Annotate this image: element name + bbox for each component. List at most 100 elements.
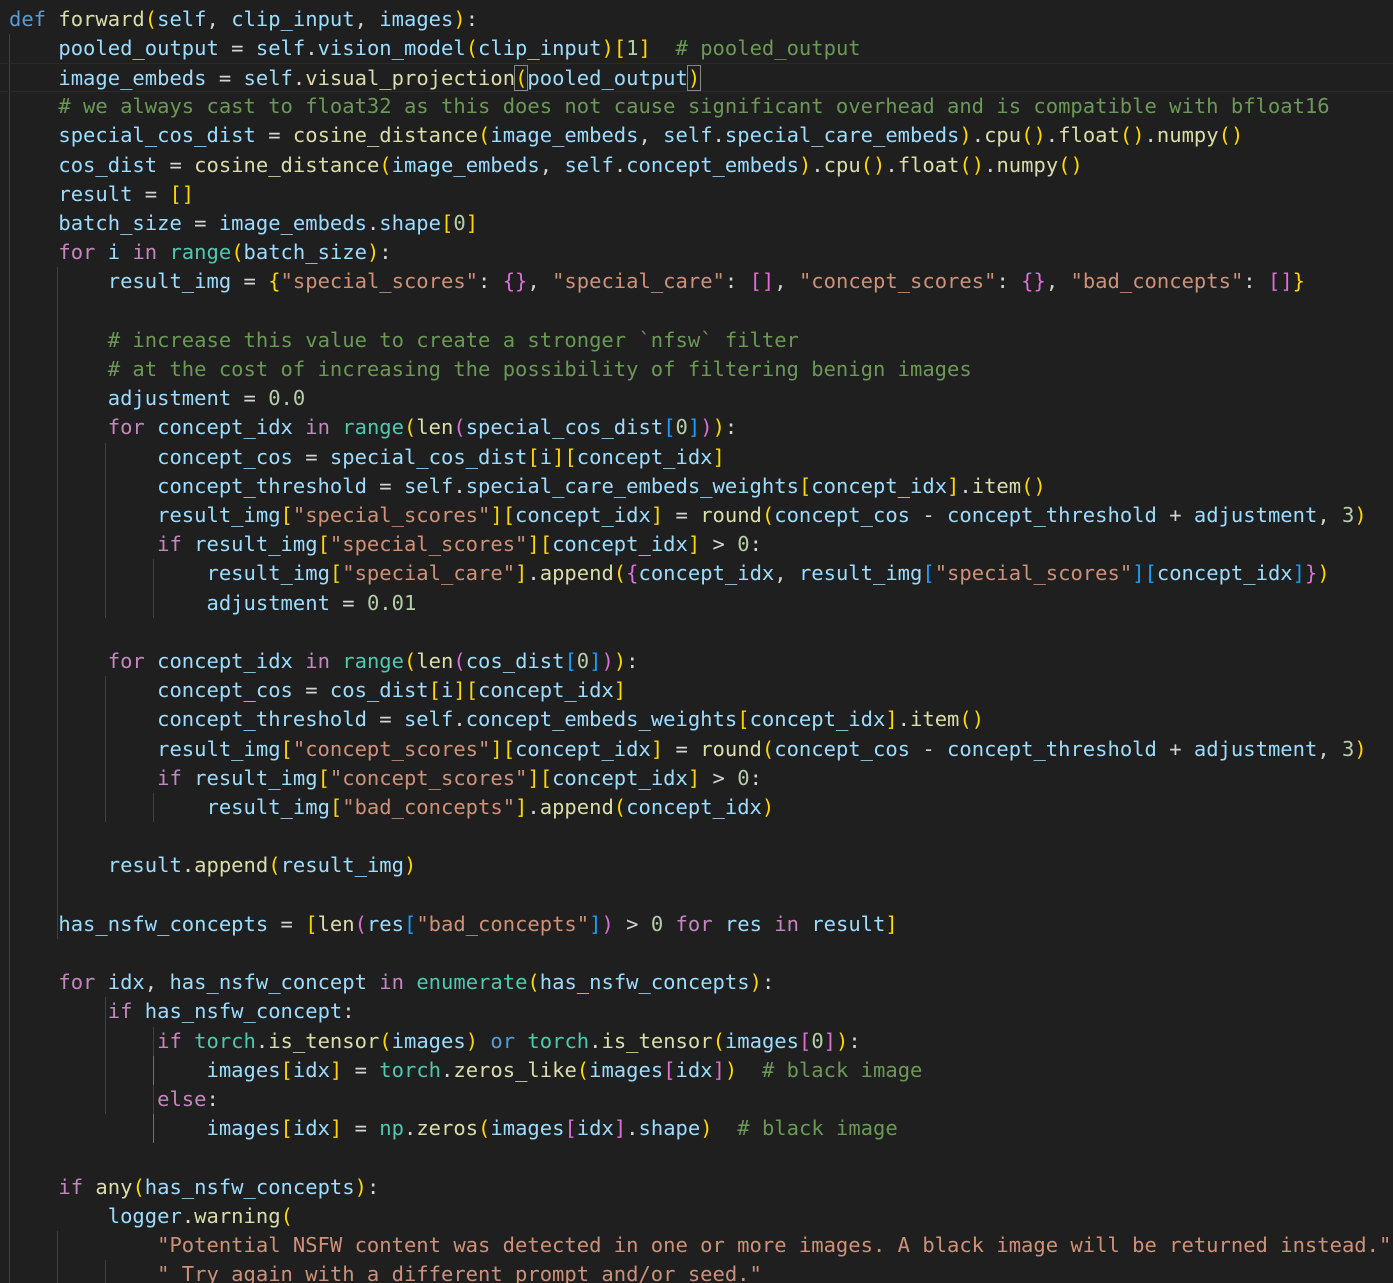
code-line[interactable]: result_img["concept_scores"][concept_idx… xyxy=(0,735,1367,764)
code-token: - xyxy=(922,736,935,761)
code-token: pooled_output xyxy=(527,65,688,90)
code-line[interactable]: adjustment = 0.01 xyxy=(0,589,416,618)
code-line[interactable]: images[idx] = torch.zeros_like(images[id… xyxy=(0,1056,922,1085)
code-token: [] xyxy=(749,269,775,294)
code-token: ] xyxy=(650,736,664,761)
code-line[interactable]: for concept_idx in range(len(special_cos… xyxy=(0,413,738,442)
code-line[interactable]: result.append(result_img) xyxy=(0,851,417,880)
code-line[interactable]: if any(has_nsfw_concepts): xyxy=(0,1173,379,1202)
code-line[interactable]: concept_cos = special_cos_dist[i][concep… xyxy=(0,443,725,472)
code-token: logger xyxy=(107,1203,182,1228)
code-line[interactable]: image_embeds = self.visual_projection(po… xyxy=(0,62,1393,93)
code-line[interactable]: pooled_output = self.vision_model(clip_i… xyxy=(0,34,860,63)
code-token: . xyxy=(305,35,318,60)
code-token: result_img xyxy=(798,561,923,586)
code-line[interactable]: images[idx] = np.zeros(images[idx].shape… xyxy=(0,1114,897,1143)
code-token: } xyxy=(1292,269,1306,294)
code-line[interactable]: # increase this value to create a strong… xyxy=(0,326,799,355)
code-line[interactable]: if result_img["special_scores"][concept_… xyxy=(0,530,762,559)
code-token: image_embeds xyxy=(58,65,207,90)
code-token: concept_embeds xyxy=(626,152,799,177)
code-token: 0 xyxy=(737,765,750,790)
code-line[interactable]: adjustment = 0.0 xyxy=(0,384,305,413)
code-token: round xyxy=(700,502,762,527)
code-line[interactable]: logger.warning( xyxy=(0,1202,293,1231)
code-token: "special_care" xyxy=(342,561,516,586)
code-token: [ xyxy=(317,765,330,790)
code-token: adjustment xyxy=(1193,502,1318,527)
code-token: > xyxy=(712,532,725,557)
code-token: concept_cos xyxy=(157,444,293,469)
code-line[interactable]: for idx, has_nsfw_concept in enumerate(h… xyxy=(0,968,774,997)
code-token: : xyxy=(465,6,479,31)
code-line[interactable]: for concept_idx in range(len(cos_dist[0]… xyxy=(0,647,639,676)
code-token: : xyxy=(478,269,503,294)
code-line[interactable]: result_img["bad_concepts"].append(concep… xyxy=(0,793,774,822)
code-line[interactable] xyxy=(0,939,9,968)
code-token: = xyxy=(354,1057,367,1082)
code-line[interactable]: cos_dist = cosine_distance(image_embeds,… xyxy=(0,151,1082,180)
code-token: + xyxy=(1169,736,1182,761)
code-token: [] xyxy=(1267,269,1293,294)
code-token: result xyxy=(107,853,182,878)
code-line[interactable]: concept_cos = cos_dist[i][concept_idx] xyxy=(0,676,626,705)
code-line[interactable]: else: xyxy=(0,1085,219,1114)
code-line[interactable] xyxy=(0,881,9,910)
code-editor[interactable]: def forward(self, clip_input, images): p… xyxy=(0,0,1393,1283)
code-token: cosine_distance xyxy=(292,123,479,148)
code-token: images xyxy=(589,1057,664,1082)
code-line[interactable] xyxy=(0,618,9,647)
code-token: 0 xyxy=(650,911,664,936)
code-token: : xyxy=(761,970,775,995)
code-token: "concept_scores" xyxy=(329,765,528,790)
code-line[interactable]: has_nsfw_concepts = [len(res["bad_concep… xyxy=(0,910,897,939)
code-line[interactable]: def forward(self, clip_input, images): xyxy=(0,5,478,34)
code-line[interactable]: if result_img["concept_scores"][concept_… xyxy=(0,764,762,793)
code-token: item xyxy=(910,707,960,732)
code-line[interactable]: # at the cost of increasing the possibil… xyxy=(0,355,972,384)
code-line[interactable]: special_cos_dist = cosine_distance(image… xyxy=(0,121,1243,150)
code-line[interactable]: " Try again with a different prompt and/… xyxy=(0,1260,762,1283)
code-line[interactable] xyxy=(0,822,9,851)
code-line[interactable]: batch_size = image_embeds.shape[0] xyxy=(0,209,478,238)
code-line[interactable]: if has_nsfw_concept: xyxy=(0,997,355,1026)
code-line[interactable]: "Potential NSFW content was detected in … xyxy=(0,1231,1391,1260)
code-line[interactable] xyxy=(0,1143,9,1172)
code-token: warning xyxy=(194,1203,281,1228)
code-token: ] xyxy=(947,473,960,498)
code-token: [ xyxy=(737,707,750,732)
code-token: ( xyxy=(613,561,627,586)
code-token: result xyxy=(811,911,886,936)
code-token: clip_input xyxy=(478,35,602,60)
code-line[interactable]: if torch.is_tensor(images) or torch.is_t… xyxy=(0,1027,861,1056)
code-line[interactable] xyxy=(0,297,9,326)
code-token: . xyxy=(292,65,306,90)
code-token: cos_dist xyxy=(329,678,429,703)
code-token: special_care_embeds_weights xyxy=(465,473,799,498)
code-line[interactable]: result_img["special_care"].append({conce… xyxy=(0,559,1329,588)
code-line[interactable]: result_img["special_scores"][concept_idx… xyxy=(0,501,1367,530)
code-line[interactable]: result_img = {"special_scores": {}, "spe… xyxy=(0,267,1305,296)
code-token: res xyxy=(366,911,404,936)
code-line[interactable]: result = [] xyxy=(0,180,194,209)
code-token: len xyxy=(416,415,454,440)
code-token: round xyxy=(700,736,762,761)
code-line[interactable]: for i in range(batch_size): xyxy=(0,238,391,267)
code-line[interactable]: concept_threshold = self.special_care_em… xyxy=(0,472,1046,501)
code-line[interactable]: # we always cast to float32 as this does… xyxy=(0,92,1329,121)
code-line[interactable]: concept_threshold = self.concept_embeds_… xyxy=(0,705,984,734)
